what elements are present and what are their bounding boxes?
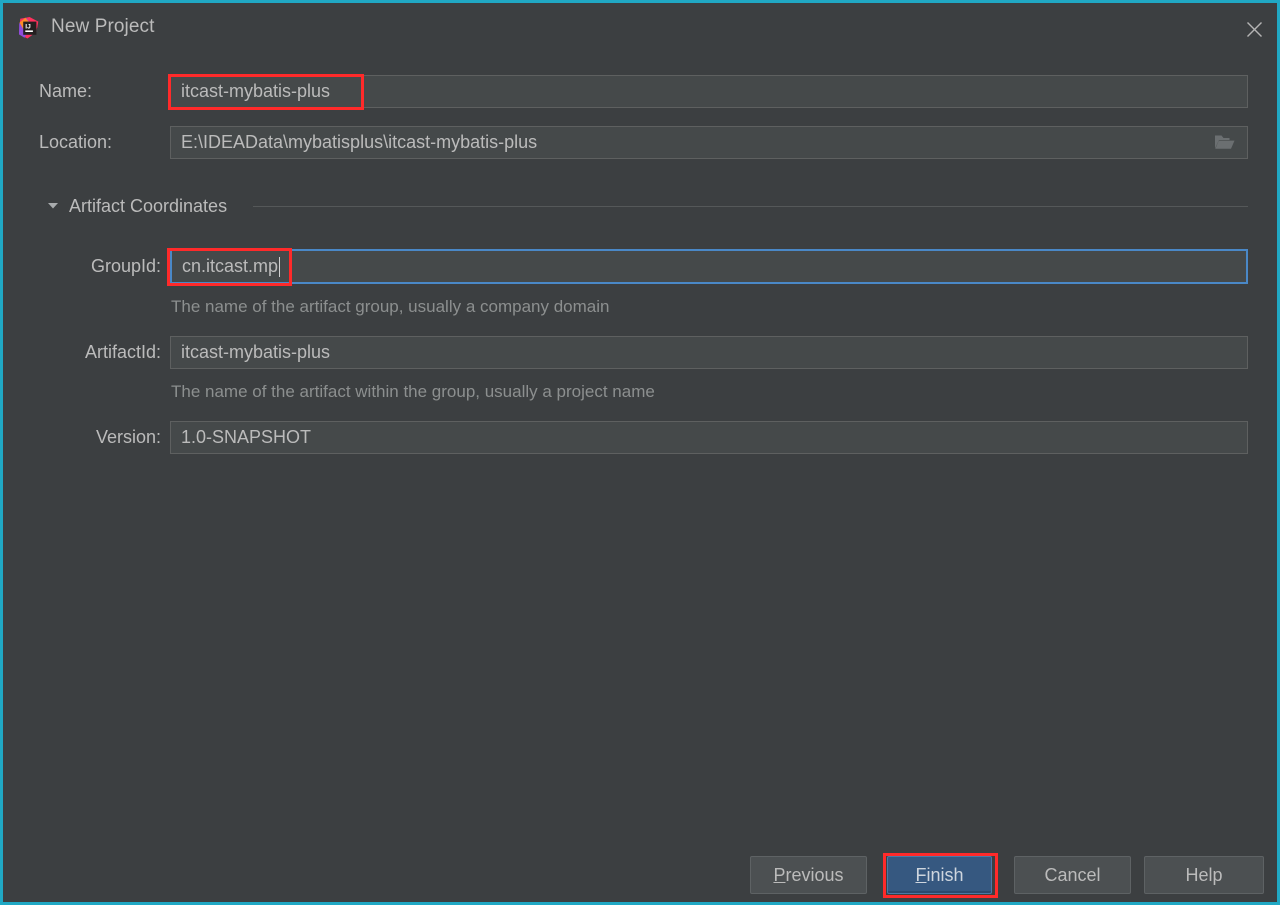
version-label: Version: xyxy=(95,427,161,447)
group-id-label: GroupId: xyxy=(90,256,161,276)
cancel-button[interactable]: Cancel xyxy=(1014,856,1131,894)
finish-button-label: inish xyxy=(926,864,964,885)
location-input-value: E:\IDEAData\mybatisplus\itcast-mybatis-p… xyxy=(181,132,538,152)
version-input[interactable]: 1.0-SNAPSHOT xyxy=(170,421,1248,454)
name-label: Name: xyxy=(39,81,93,101)
group-id-input[interactable]: cn.itcast.mp xyxy=(170,249,1248,284)
artifact-id-hint: The name of the artifact within the grou… xyxy=(171,382,655,401)
text-caret xyxy=(279,256,281,277)
previous-button-mnemonic: P xyxy=(773,864,786,885)
group-id-hint: The name of the artifact group, usually … xyxy=(171,297,610,316)
folder-icon[interactable] xyxy=(1214,133,1236,151)
previous-button-label: revious xyxy=(785,864,844,885)
group-id-input-value: cn.itcast.mp xyxy=(182,256,279,276)
dialog-title: New Project xyxy=(51,16,155,37)
cancel-button-label: Cancel xyxy=(1044,864,1101,885)
chevron-down-icon[interactable] xyxy=(45,197,63,215)
close-icon[interactable] xyxy=(1237,14,1271,44)
artifact-coordinates-section-label: Artifact Coordinates xyxy=(69,196,228,216)
previous-button[interactable]: Previous xyxy=(750,856,867,894)
finish-button-mnemonic: F xyxy=(915,864,927,885)
svg-text:IJ: IJ xyxy=(25,23,31,30)
help-button-label: Help xyxy=(1185,864,1223,885)
help-button[interactable]: Help xyxy=(1144,856,1264,894)
finish-button[interactable]: Finish xyxy=(887,856,992,894)
section-divider xyxy=(253,206,1248,207)
name-input[interactable]: itcast-mybatis-plus xyxy=(170,75,1248,108)
new-project-dialog: IJ New Project Name: itcast-mybatis-plus… xyxy=(0,0,1280,905)
artifact-id-input[interactable]: itcast-mybatis-plus xyxy=(170,336,1248,369)
location-input[interactable]: E:\IDEAData\mybatisplus\itcast-mybatis-p… xyxy=(170,126,1248,159)
intellij-idea-logo-icon: IJ xyxy=(17,16,41,40)
title-bar: IJ New Project xyxy=(6,6,1277,49)
artifact-id-label: ArtifactId: xyxy=(84,342,161,362)
location-label: Location: xyxy=(39,132,113,152)
